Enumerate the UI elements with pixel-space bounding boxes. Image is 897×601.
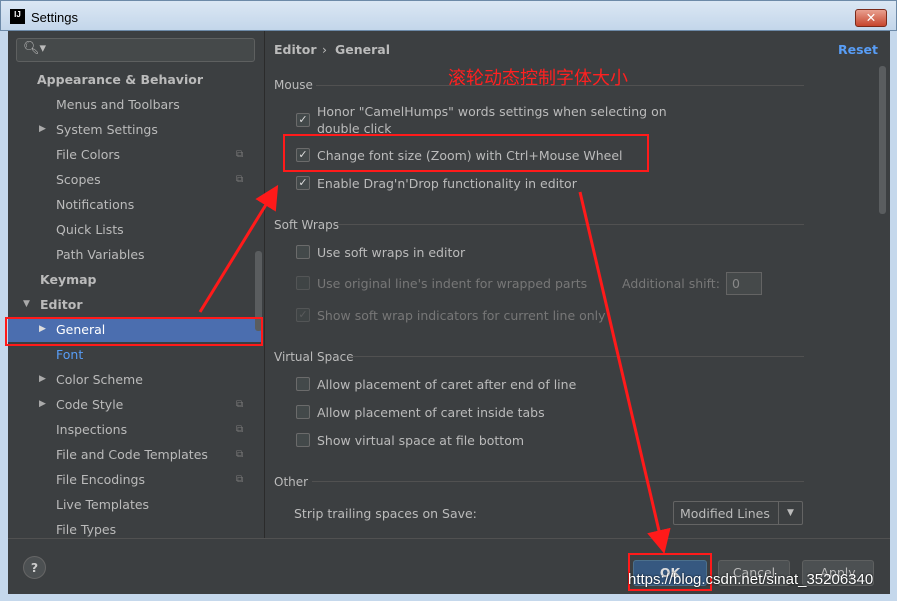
arrow-to-ok — [578, 191, 671, 554]
annotation-arrows — [198, 184, 671, 554]
arrow-to-zoom — [198, 184, 279, 313]
watermark: https://blog.csdn.net/sinat_35206340 — [628, 571, 874, 588]
